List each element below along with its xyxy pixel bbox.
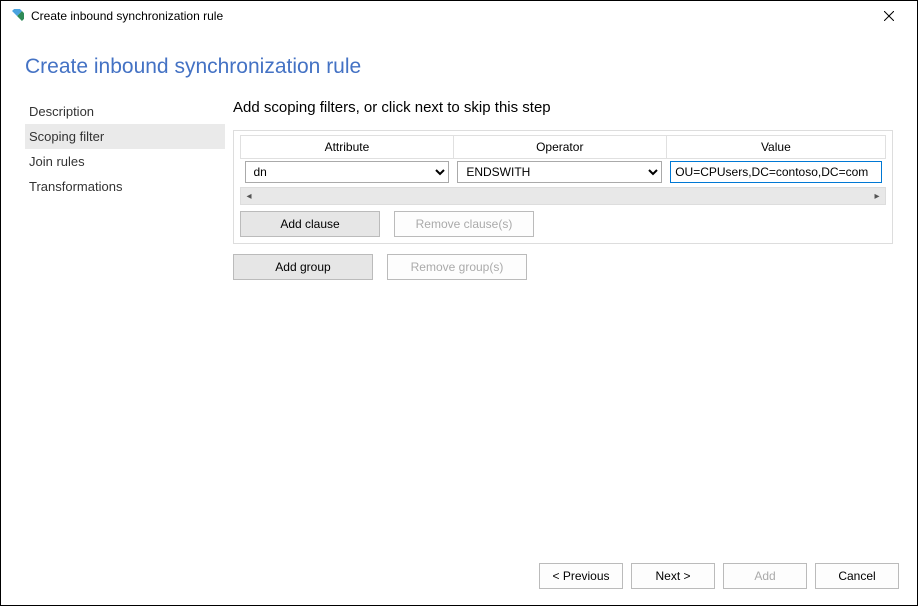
filter-table: Attribute Operator Value dn (240, 135, 886, 185)
grid-horizontal-scroll[interactable]: ◂ ▸ (240, 187, 886, 205)
sidebar-item-transformations[interactable]: Transformations (25, 174, 225, 199)
scroll-right-icon[interactable]: ▸ (869, 191, 885, 202)
operator-dropdown[interactable]: ENDSWITH (457, 161, 662, 183)
page-title: Create inbound synchronization rule (25, 55, 893, 79)
sidebar-item-description[interactable]: Description (25, 99, 225, 124)
remove-clause-button[interactable]: Remove clause(s) (394, 211, 534, 237)
add-clause-button[interactable]: Add clause (240, 211, 380, 237)
wizard-footer: < Previous Next > Add Cancel (1, 557, 917, 605)
value-text: OU=CPUsers,DC=contoso,DC=com (675, 165, 868, 179)
add-button[interactable]: Add (723, 563, 807, 589)
window-title: Create inbound synchronization rule (31, 9, 223, 23)
filter-group-panel: Attribute Operator Value dn (233, 130, 893, 244)
cancel-button[interactable]: Cancel (815, 563, 899, 589)
sidebar-item-join-rules[interactable]: Join rules (25, 149, 225, 174)
wizard-sidebar: Description Scoping filter Join rules Tr… (25, 99, 225, 557)
add-group-button[interactable]: Add group (233, 254, 373, 280)
previous-button[interactable]: < Previous (539, 563, 623, 589)
close-button[interactable] (869, 2, 909, 30)
main-panel: Add scoping filters, or click next to sk… (225, 99, 893, 557)
attribute-dropdown[interactable]: dn (245, 161, 450, 183)
col-attribute: Attribute (241, 136, 454, 159)
app-icon (9, 8, 25, 24)
titlebar: Create inbound synchronization rule (1, 1, 917, 31)
col-operator: Operator (453, 136, 666, 159)
main-heading: Add scoping filters, or click next to sk… (233, 99, 893, 116)
col-value: Value (666, 136, 885, 159)
remove-group-button[interactable]: Remove group(s) (387, 254, 527, 280)
sidebar-item-scoping-filter[interactable]: Scoping filter (25, 124, 225, 149)
filter-row: dn ENDSWITH OU=CPUsers,DC=contoso,DC (241, 159, 886, 186)
scroll-left-icon[interactable]: ◂ (241, 191, 257, 202)
next-button[interactable]: Next > (631, 563, 715, 589)
value-field[interactable]: OU=CPUsers,DC=contoso,DC=com (670, 161, 881, 183)
